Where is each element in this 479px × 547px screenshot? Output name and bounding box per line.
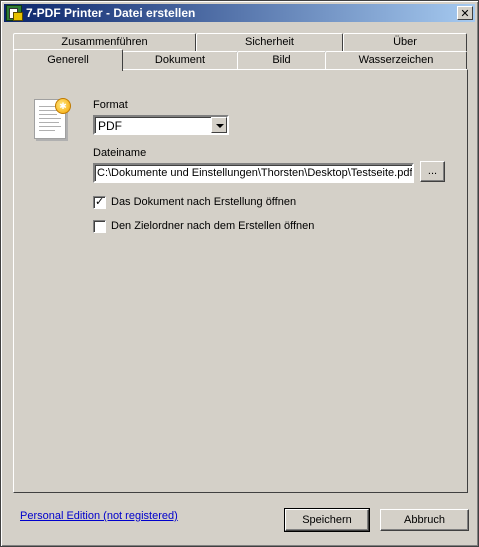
tab-generell[interactable]: Generell xyxy=(13,49,123,71)
tab-label: Über xyxy=(393,36,417,48)
app-icon xyxy=(6,5,23,21)
chevron-down-icon[interactable] xyxy=(211,117,227,133)
dialog-window: 7-PDF Printer - Datei erstellen ✕ Zusamm… xyxy=(0,0,479,547)
open-document-checkbox[interactable]: ✓ xyxy=(93,195,106,209)
cancel-button[interactable]: Abbruch xyxy=(380,509,469,531)
open-document-label[interactable]: Das Dokument nach Erstellung öffnen xyxy=(111,196,296,208)
close-button[interactable]: ✕ xyxy=(457,6,473,20)
tab-wasserzeichen[interactable]: Wasserzeichen xyxy=(325,51,467,69)
tab-label: Zusammenführen xyxy=(61,36,148,48)
window-title: 7-PDF Printer - Datei erstellen xyxy=(26,6,196,20)
browse-button[interactable]: ... xyxy=(420,161,445,182)
tab-sicherheit[interactable]: Sicherheit xyxy=(196,33,343,51)
tab-dokument[interactable]: Dokument xyxy=(122,51,238,69)
document-icon: ✱ xyxy=(34,98,71,139)
edition-link[interactable]: Personal Edition (not registered) xyxy=(20,510,178,522)
tab-label: Dokument xyxy=(154,54,206,66)
star-badge-icon: ✱ xyxy=(55,98,71,114)
filename-value: C:\Dokumente und Einstellungen\Thorsten\… xyxy=(97,167,413,179)
open-folder-checkbox[interactable] xyxy=(93,220,106,233)
format-value: PDF xyxy=(98,119,122,133)
filename-input[interactable]: C:\Dokumente und Einstellungen\Thorsten\… xyxy=(93,163,414,183)
tab-panel-generell: ✱ Format PDF Dateiname C:\Dokumente und … xyxy=(13,69,468,493)
tab-label: Bild xyxy=(272,54,291,66)
check-icon: ✓ xyxy=(95,195,105,208)
tab-ueber[interactable]: Über xyxy=(343,33,467,51)
tab-label: Sicherheit xyxy=(245,36,294,48)
filename-label: Dateiname xyxy=(93,147,147,159)
tab-label: Generell xyxy=(47,54,89,66)
open-folder-label[interactable]: Den Zielordner nach dem Erstellen öffnen xyxy=(111,220,314,232)
title-bar[interactable]: 7-PDF Printer - Datei erstellen ✕ xyxy=(4,4,475,22)
tab-bild[interactable]: Bild xyxy=(237,51,326,69)
save-button[interactable]: Speichern xyxy=(284,508,370,532)
format-select[interactable]: PDF xyxy=(93,115,229,135)
tab-label: Wasserzeichen xyxy=(358,54,434,66)
format-label: Format xyxy=(93,99,128,111)
